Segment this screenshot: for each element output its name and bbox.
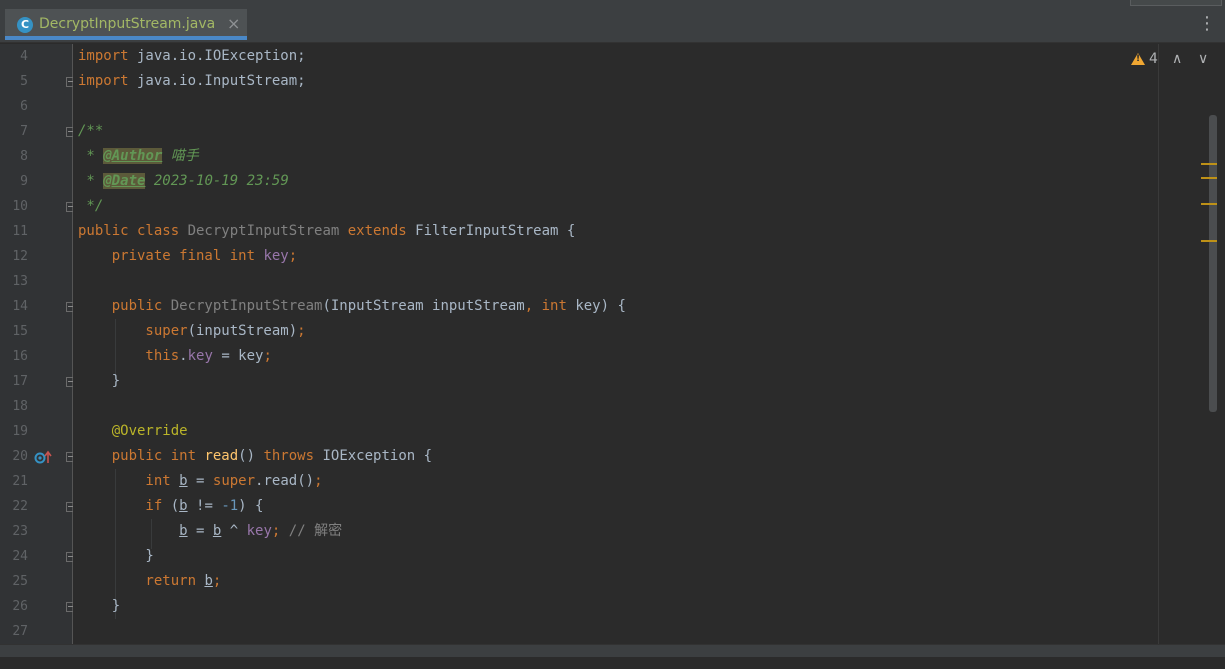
editor-tab-bar: C DecryptInputStream.java × ⋮ [0, 0, 1225, 43]
line-number[interactable]: 20 [0, 444, 28, 469]
code-line-15: super(inputStream); [78, 323, 306, 339]
notification-strip [1130, 0, 1222, 6]
code-line-16: this.key = key; [78, 348, 272, 364]
previous-highlight-icon[interactable]: ∧ [1172, 51, 1182, 67]
code-line-8: * @Author 喵手 [78, 148, 199, 164]
code-line-11: public class DecryptInputStream extends … [78, 223, 576, 239]
line-number[interactable]: 27 [0, 619, 28, 644]
line-number[interactable]: 25 [0, 569, 28, 594]
code-line-14: public DecryptInputStream(InputStream in… [78, 298, 626, 314]
code-line-7: /** [78, 123, 104, 139]
line-number[interactable]: 4 [0, 44, 28, 69]
code-line-24: } [78, 548, 154, 564]
code-line-19: @Override [78, 423, 188, 439]
scrollbar-thumb[interactable] [1209, 115, 1217, 412]
line-number[interactable]: 12 [0, 244, 28, 269]
code-line-23: b = b ^ key; // 解密 [179, 523, 343, 539]
tab-decryptinputstream[interactable]: C DecryptInputStream.java × [5, 9, 247, 40]
line-number[interactable]: 8 [0, 144, 28, 169]
bottom-bar [0, 644, 1225, 657]
line-number[interactable]: 17 [0, 369, 28, 394]
close-icon[interactable]: × [227, 14, 240, 33]
override-method-icon[interactable] [34, 450, 52, 464]
warning-stripe-marker[interactable] [1201, 203, 1217, 205]
code-line-22: if (b != -1) { [78, 498, 264, 514]
code-line-25: return b; [78, 573, 222, 589]
line-number[interactable]: 9 [0, 169, 28, 194]
code-line-26: } [78, 598, 121, 614]
line-number[interactable]: 21 [0, 469, 28, 494]
line-number[interactable]: 7 [0, 119, 28, 144]
tab-title[interactable]: DecryptInputStream.java [39, 16, 215, 32]
warning-stripe-marker[interactable] [1201, 163, 1217, 165]
code-line-17: } [78, 373, 121, 389]
line-number[interactable]: 22 [0, 494, 28, 519]
line-number[interactable]: 16 [0, 344, 28, 369]
line-number[interactable]: 18 [0, 394, 28, 419]
line-number[interactable]: 5 [0, 69, 28, 94]
line-number[interactable]: 24 [0, 544, 28, 569]
code-line-21: int b = super.read(); [78, 473, 323, 489]
active-tab-indicator [5, 36, 247, 40]
code-line-5: import java.io.InputStream; [78, 73, 306, 89]
line-number[interactable]: 10 [0, 194, 28, 219]
line-number[interactable]: 11 [0, 219, 28, 244]
warning-count[interactable]: 4 [1149, 51, 1158, 67]
more-options-icon[interactable]: ⋮ [1198, 14, 1216, 34]
code-line-4: import java.io.IOException; [78, 48, 306, 64]
line-number[interactable]: 23 [0, 519, 28, 544]
code-line-9: * @Date 2023-10-19 23:59 [78, 173, 289, 189]
line-number[interactable]: 14 [0, 294, 28, 319]
line-number[interactable]: 6 [0, 94, 28, 119]
line-number[interactable]: 19 [0, 419, 28, 444]
warning-stripe-marker[interactable] [1201, 177, 1217, 179]
code-line-12: private final int key; [78, 248, 298, 264]
line-number[interactable]: 26 [0, 594, 28, 619]
warning-stripe-marker[interactable] [1201, 240, 1217, 242]
java-class-icon: C [17, 17, 33, 33]
code-editor[interactable]: import java.io.IOException; import java.… [73, 44, 1158, 644]
line-number[interactable]: 15 [0, 319, 28, 344]
line-number-gutter: 4 5 6 7 8 9 10 11 12 13 14 15 16 17 18 19 20 21 22 23 24 25 26… [0, 44, 76, 644]
code-line-10: */ [78, 198, 104, 214]
line-number[interactable]: 13 [0, 269, 28, 294]
code-line-20: public int read() throws IOException { [78, 448, 433, 464]
